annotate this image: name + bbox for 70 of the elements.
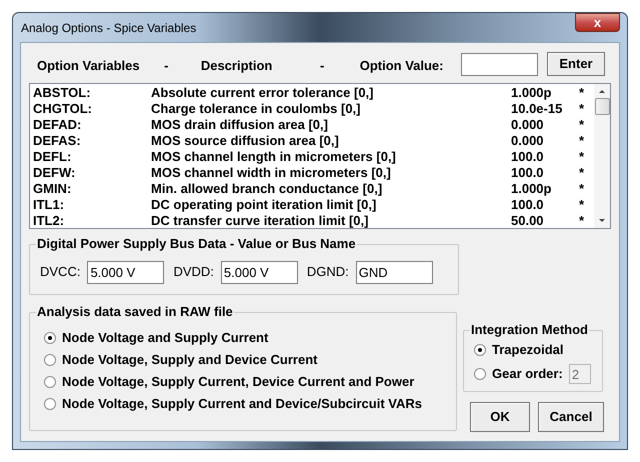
window-title: Analog Options - Spice Variables — [20, 20, 196, 36]
scroll-thumb[interactable] — [594, 98, 610, 115]
supply-value-field[interactable]: 5.000 V — [87, 260, 164, 284]
default-marker-label: * — [579, 117, 584, 133]
column-label: Description — [200, 57, 274, 76]
default-marker-label: * — [579, 149, 584, 165]
variable-name: DEFL: — [33, 149, 72, 165]
variable-value: 1.000p — [511, 85, 552, 101]
variable-description: MOS channel width in micrometers [0,] — [151, 165, 392, 181]
scrollbar[interactable] — [594, 84, 610, 228]
variable-value: 100.0 — [511, 149, 545, 165]
dialog-button[interactable]: Cancel — [538, 402, 604, 432]
radio-button[interactable] — [44, 354, 56, 366]
radio-label: Node Voltage and Supply Current — [62, 329, 268, 348]
variable-name: DEFAS: — [33, 133, 82, 149]
variable-name: ABSTOL: — [33, 85, 92, 101]
variable-description: MOS channel length in micrometers [0,] — [151, 149, 397, 165]
radio-label: Node Voltage, Supply Current, Device Current and Power — [62, 373, 414, 392]
variable-description: DC transfer curve iteration limit [0,] — [151, 213, 370, 229]
variable-value: 50.00 — [511, 213, 545, 229]
radio-label: Node Voltage, Supply Current and Device/Subcircuit VARs — [62, 395, 422, 414]
field-label: DVDD: — [173, 263, 214, 282]
field-label: DGND: — [306, 263, 349, 282]
group-title: Integration Method — [470, 322, 589, 338]
variable-description: Absolute current error tolerance [0,] — [151, 85, 374, 101]
variable-name: CHGTOL: — [33, 101, 93, 117]
radio-button[interactable] — [474, 344, 486, 356]
variable-value: 10.0e-15 — [511, 101, 564, 117]
default-marker-label: * — [579, 165, 584, 181]
supply-value-field[interactable]: GND — [356, 260, 433, 284]
group-title: Analysis data saved in RAW file — [36, 304, 234, 320]
column-label: Option Value: — [360, 57, 444, 76]
radio-button[interactable] — [44, 398, 56, 410]
default-marker-label: * — [579, 213, 584, 229]
default-marker-label: * — [579, 181, 584, 197]
radio-button[interactable] — [474, 368, 486, 380]
column-label: - — [320, 57, 326, 76]
column-label: - — [164, 57, 170, 76]
radio-label: Trapezoidal — [492, 341, 564, 360]
variable-value: 1.000p — [511, 181, 552, 197]
variable-description: DC operating point iteration limit [0,] — [151, 197, 378, 213]
variable-name: DEFW: — [33, 165, 76, 181]
option-value-field[interactable] — [461, 52, 538, 76]
variable-value: 100.0 — [511, 197, 545, 213]
default-marker-label: * — [579, 85, 584, 101]
variable-name: ITL2: — [33, 213, 66, 229]
group-title: Digital Power Supply Bus Data - Value or Bus Name — [36, 236, 357, 252]
radio-button[interactable] — [44, 332, 56, 344]
variable-description: Charge tolerance in coulombs [0,] — [151, 101, 362, 117]
default-marker-label: * — [579, 101, 584, 117]
radio-label: Gear order: — [492, 365, 563, 384]
variable-name: ITL1: — [33, 197, 66, 213]
close-button[interactable]: x — [575, 13, 620, 32]
field-label: DVCC: — [40, 263, 80, 282]
variable-value: 0.000 — [511, 133, 545, 149]
variable-value: 0.000 — [511, 117, 545, 133]
column-label: Option Variables — [37, 57, 141, 76]
variable-description: MOS drain diffusion area [0,] — [151, 117, 329, 133]
variable-description: MOS source diffusion area [0,] — [151, 133, 340, 149]
default-marker-label: * — [579, 197, 584, 213]
default-marker-label: * — [579, 133, 584, 149]
radio-button[interactable] — [44, 376, 56, 388]
variable-name: DEFAD: — [33, 117, 82, 133]
variable-description: Min. allowed branch conductance [0,] — [151, 181, 384, 197]
radio-label: Node Voltage, Supply and Device Current — [62, 351, 318, 370]
dialog-button[interactable]: OK — [470, 402, 530, 432]
supply-value-field[interactable]: 5.000 V — [220, 260, 298, 284]
variable-value: 100.0 — [511, 165, 545, 181]
variable-name: GMIN: — [33, 181, 72, 197]
enter-button[interactable]: Enter — [547, 52, 605, 76]
